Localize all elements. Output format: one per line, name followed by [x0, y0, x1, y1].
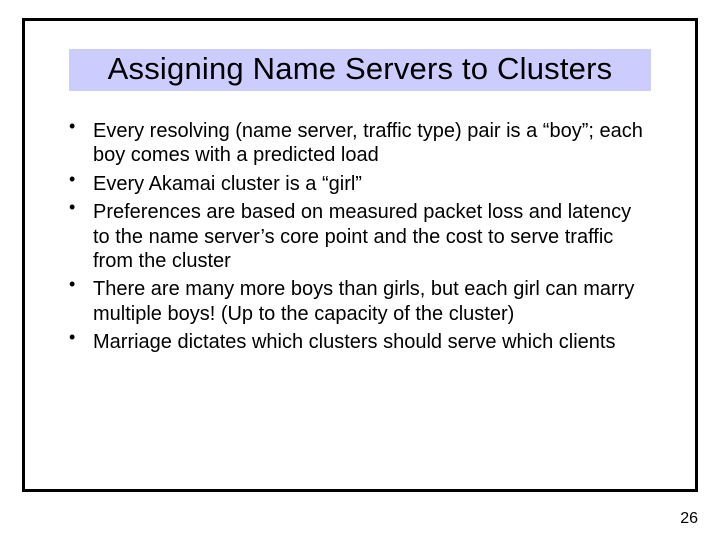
- list-item: There are many more boys than girls, but…: [63, 277, 653, 326]
- slide-frame: Assigning Name Servers to Clusters Every…: [22, 18, 698, 492]
- page-number: 26: [680, 510, 698, 528]
- list-item: Marriage dictates which clusters should …: [63, 330, 653, 354]
- slide: Assigning Name Servers to Clusters Every…: [0, 0, 720, 540]
- slide-title: Assigning Name Servers to Clusters: [79, 51, 641, 87]
- title-bar: Assigning Name Servers to Clusters: [69, 49, 651, 91]
- bullet-list: Every resolving (name server, traffic ty…: [61, 119, 659, 355]
- list-item: Every resolving (name server, traffic ty…: [63, 119, 653, 168]
- list-item: Every Akamai cluster is a “girl”: [63, 172, 653, 196]
- list-item: Preferences are based on measured packet…: [63, 200, 653, 273]
